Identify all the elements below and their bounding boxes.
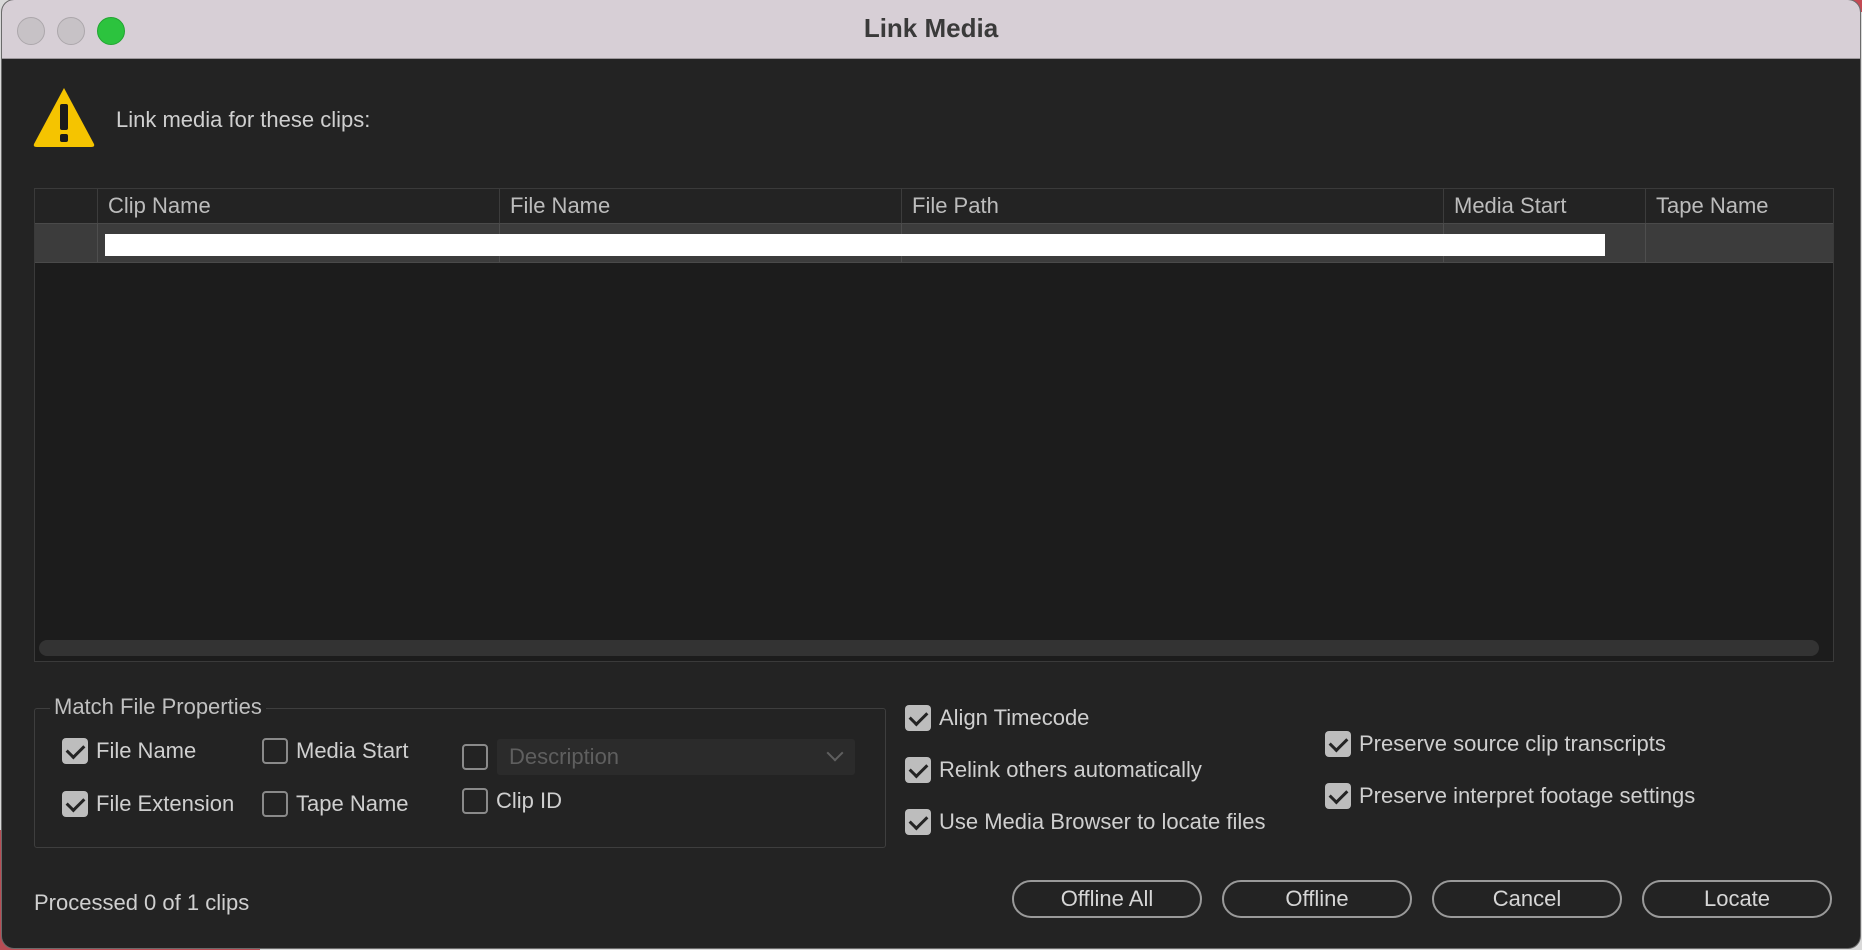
description-checkbox[interactable]: [462, 744, 496, 770]
checkbox-checked-icon: [905, 809, 931, 835]
checkbox-checked-icon: [905, 757, 931, 783]
dialog-prompt: Link media for these clips:: [116, 107, 371, 132]
align-timecode-label: Align Timecode: [939, 705, 1090, 730]
file-name-checkbox[interactable]: File Name: [62, 738, 196, 764]
use-media-browser-label: Use Media Browser to locate files: [939, 809, 1266, 834]
checkbox-unchecked-icon: [462, 788, 488, 814]
preserve-transcripts-label: Preserve source clip transcripts: [1359, 731, 1666, 756]
column-header-file-path[interactable]: File Path: [901, 189, 1443, 223]
checkbox-checked-icon: [62, 791, 88, 817]
row-selection-highlight: [105, 234, 1605, 256]
checkbox-checked-icon: [1325, 783, 1351, 809]
checkbox-unchecked-icon: [262, 738, 288, 764]
horizontal-scrollbar[interactable]: [39, 640, 1819, 656]
column-header-clip-name[interactable]: Clip Name: [97, 189, 499, 223]
status-text: Processed 0 of 1 clips: [34, 890, 250, 915]
offline-button[interactable]: Offline: [1222, 880, 1412, 918]
column-header-file-name[interactable]: File Name: [499, 189, 901, 223]
table-header: Clip Name File Name File Path Media Star…: [35, 189, 1833, 223]
column-header-media-start[interactable]: Media Start: [1443, 189, 1645, 223]
warning-icon: [33, 88, 95, 147]
preserve-interpret-checkbox[interactable]: Preserve interpret footage settings: [1325, 783, 1695, 809]
media-start-label: Media Start: [296, 738, 409, 763]
cancel-button[interactable]: Cancel: [1432, 880, 1622, 918]
checkbox-checked-icon: [1325, 731, 1351, 757]
relink-others-label: Relink others automatically: [939, 757, 1202, 782]
clips-table: Clip Name File Name File Path Media Star…: [34, 188, 1834, 662]
cell-tape-name: [1645, 224, 1833, 262]
preserve-interpret-label: Preserve interpret footage settings: [1359, 783, 1696, 808]
column-header-row-number: [35, 189, 97, 223]
clip-id-checkbox[interactable]: Clip ID: [462, 788, 562, 814]
checkbox-unchecked-icon: [462, 744, 488, 770]
file-extension-checkbox[interactable]: File Extension: [62, 791, 234, 817]
table-row[interactable]: [35, 223, 1833, 263]
column-header-tape-name[interactable]: Tape Name: [1645, 189, 1833, 223]
relink-others-checkbox[interactable]: Relink others automatically: [905, 757, 1202, 783]
preserve-transcripts-checkbox[interactable]: Preserve source clip transcripts: [1325, 731, 1666, 757]
checkbox-unchecked-icon: [262, 791, 288, 817]
description-dropdown-value: Description: [509, 744, 620, 769]
link-media-dialog: Link Media Link media for these clips: C…: [2, 0, 1860, 948]
match-file-properties-title: Match File Properties: [50, 694, 266, 720]
match-file-properties-group: [34, 708, 886, 848]
clip-id-label: Clip ID: [496, 788, 563, 813]
title-bar: Link Media: [2, 0, 1860, 59]
file-name-label: File Name: [96, 738, 197, 763]
tape-name-label: Tape Name: [296, 791, 409, 816]
align-timecode-checkbox[interactable]: Align Timecode: [905, 705, 1089, 731]
window-title: Link Media: [863, 13, 999, 43]
tape-name-checkbox[interactable]: Tape Name: [262, 791, 409, 817]
description-dropdown[interactable]: Description: [497, 739, 855, 775]
use-media-browser-checkbox[interactable]: Use Media Browser to locate files: [905, 809, 1265, 835]
locate-button[interactable]: Locate: [1642, 880, 1832, 918]
checkbox-checked-icon: [905, 705, 931, 731]
offline-all-button[interactable]: Offline All: [1012, 880, 1202, 918]
file-extension-label: File Extension: [96, 791, 235, 816]
checkbox-checked-icon: [62, 738, 88, 764]
media-start-checkbox[interactable]: Media Start: [262, 738, 409, 764]
chevron-down-icon: [826, 744, 844, 762]
